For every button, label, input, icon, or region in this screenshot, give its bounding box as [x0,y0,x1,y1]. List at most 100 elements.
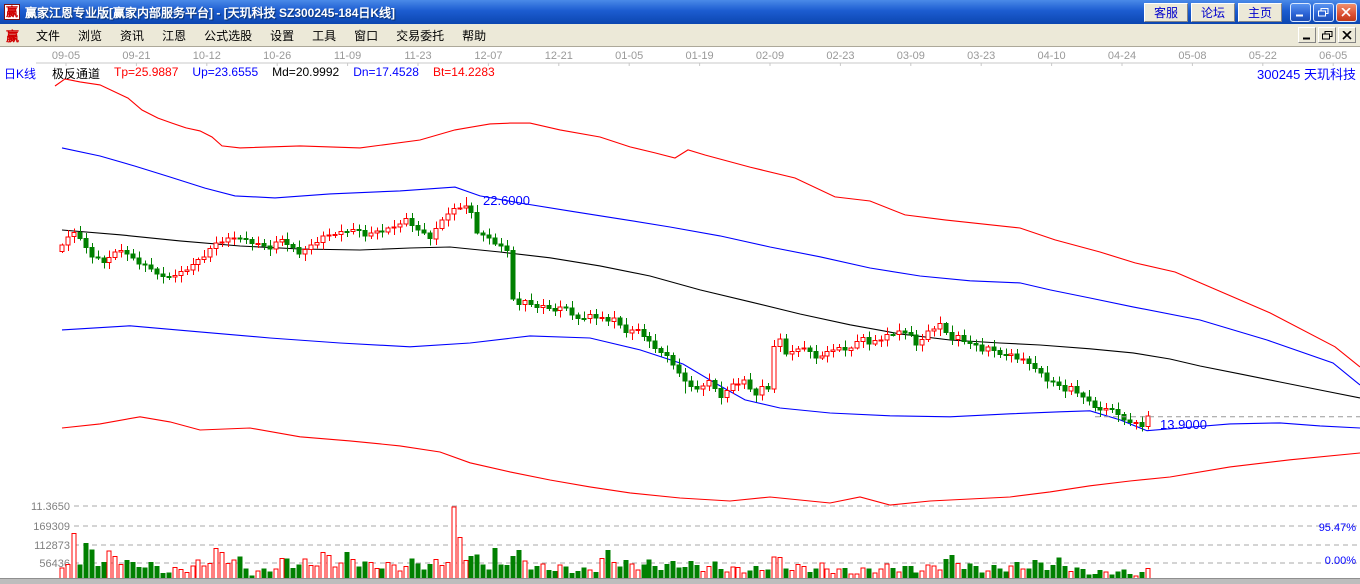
candle-body [332,234,338,237]
candle-body [255,242,261,245]
candle-body [95,256,101,259]
candle-body [1086,396,1092,402]
candle-body [219,241,225,244]
candle-body [237,237,243,240]
channel-line-dn [61,325,1360,432]
date-tick-label: 05-22 [1249,50,1277,62]
menu-browse[interactable]: 浏览 [69,24,111,47]
candle-body [688,380,694,388]
minimize-button[interactable] [1290,2,1311,22]
candle-body [641,329,647,338]
candle-body [605,317,611,322]
candle-body [854,341,860,349]
restore-button[interactable] [1313,2,1334,22]
candle-body [474,211,480,234]
kline-chart-canvas[interactable]: 09-05 09-21 10-12 10-26 11-09 11-23 12-07 12-21… [0,0,1360,584]
candle-body [807,347,813,353]
candle-body [1109,408,1115,410]
candle-body [741,379,747,385]
candle-body [516,298,522,305]
menu-settings[interactable]: 设置 [261,24,303,47]
candle-body [997,350,1003,356]
candle-body [569,307,575,316]
date-tick-label: 02-09 [756,50,784,62]
candle-body [718,388,724,398]
horizontal-scrollbar[interactable] [0,578,1360,584]
candle-body [943,323,949,333]
candle-body [326,234,332,237]
candle-body [819,355,825,359]
channel-line-tp [54,78,1360,368]
homepage-button[interactable]: 主页 [1237,2,1282,22]
candle-body [190,264,196,271]
candle-body [273,241,279,250]
date-tick-label: 04-10 [1038,50,1066,62]
candle-body [439,219,445,230]
volume-bar [71,533,77,583]
candle-body [142,263,148,266]
candle-body [617,317,623,326]
mdi-restore-button[interactable] [1318,27,1336,43]
candle-body [374,230,380,234]
candle-body [528,300,534,306]
candle-body [670,355,676,366]
mdi-minimize-button[interactable] [1298,27,1316,43]
candle-body [842,346,848,351]
candle-body [59,244,65,252]
window-title: 赢家江恩专业版[赢家内部服务平台] - [天玑科技 SZ300245-184日K… [25,5,396,20]
stock-code-label: 300245 天玑科技 [1257,67,1356,82]
candle-body [925,330,931,340]
candle-body [302,249,308,255]
candle-body [979,344,985,352]
candle-body [463,205,469,209]
candle-body [646,336,652,342]
close-button[interactable] [1336,2,1357,22]
menu-help[interactable]: 帮助 [453,24,495,47]
candle-body [409,218,415,226]
candle-body [830,349,836,353]
period-label: 日K线 [4,67,37,81]
candle-body [284,238,290,245]
date-tick-label: 12-07 [474,50,502,62]
menu-news[interactable]: 资讯 [111,24,153,47]
indicator-value-dn: Dn=17.4528 [353,65,419,79]
menu-trade-delegate[interactable]: 交易委托 [387,24,453,47]
candle-body [967,341,973,344]
menu-formula-stock-picker[interactable]: 公式选股 [195,24,261,47]
candle-body [385,227,391,233]
app-icon: 赢 [4,4,20,20]
candle-body [1092,400,1098,409]
date-tick-label: 04-24 [1108,50,1136,62]
candle-body [813,351,819,359]
candle-body [712,379,718,389]
date-tick-label: 03-09 [897,50,925,62]
candle-body [118,250,124,253]
candle-body [563,306,569,309]
menu-tools[interactable]: 工具 [303,24,345,47]
mdi-close-button[interactable] [1338,27,1356,43]
candle-body [89,247,95,258]
candle-body [184,269,190,273]
candle-body [937,323,943,330]
menu-file[interactable]: 文件 [27,24,69,47]
candle-body [623,324,629,334]
candle-body [955,334,961,340]
forum-button[interactable]: 论坛 [1190,2,1235,22]
candle-body [599,317,605,320]
menu-gann[interactable]: 江恩 [153,24,195,47]
candle-body [1139,422,1145,427]
candle-body [949,331,955,341]
candle-body [101,257,107,263]
menu-window[interactable]: 窗口 [345,24,387,47]
candle-body [445,213,451,221]
candle-body [1145,415,1151,427]
candle-body [724,390,730,398]
date-tick-label: 11-23 [404,50,431,62]
candle-body [267,245,273,250]
customer-service-button[interactable]: 客服 [1143,2,1188,22]
candle-body [279,238,285,243]
date-tick-label: 12-21 [545,50,573,62]
candle-body [522,300,528,306]
candle-body [961,334,967,342]
candle-body [777,338,783,347]
